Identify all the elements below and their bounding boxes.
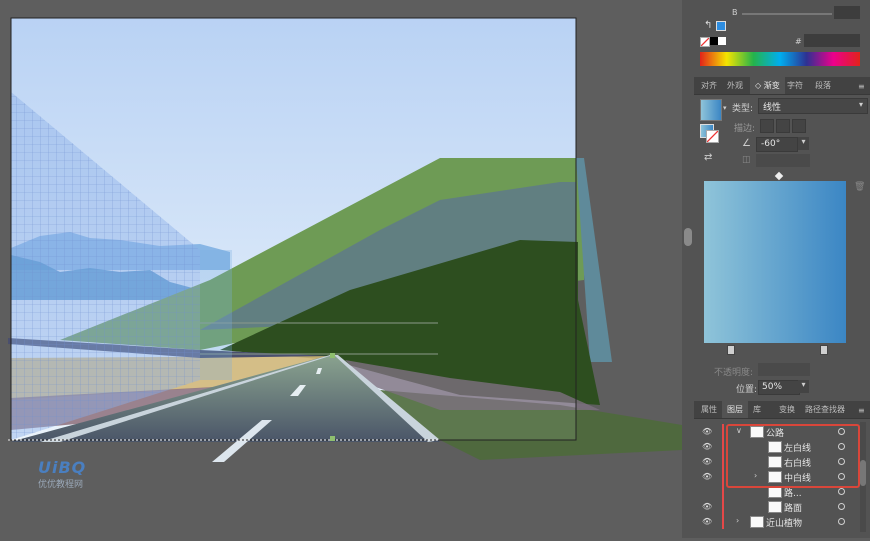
tab-align[interactable]: 对齐 <box>696 77 722 94</box>
tab-paragraph[interactable]: 段落 <box>810 77 836 94</box>
panel-tabs-top: 对齐 外观 ◇ 渐变 字符 段落 ≡ <box>694 77 870 95</box>
visibility-eye-icon[interactable]: 👁 <box>702 427 712 436</box>
hex-input[interactable] <box>804 34 860 47</box>
position-dropdown-icon[interactable]: ▾ <box>798 380 809 393</box>
position-input[interactable]: 50% <box>758 380 800 395</box>
illustration <box>8 17 682 462</box>
tab-pathfinder[interactable]: 路径查找器 <box>800 401 850 418</box>
tab-layers[interactable]: 图层 <box>722 401 748 418</box>
midpoint-diamond-icon[interactable] <box>774 171 784 181</box>
watermark: UiBQ 优优教程网 <box>38 458 100 492</box>
visibility-eye-icon[interactable]: 👁 <box>702 517 712 526</box>
highlight-box <box>726 424 860 488</box>
visibility-eye-icon[interactable]: 👁 <box>702 472 712 481</box>
stroke-across-icon[interactable] <box>792 119 806 133</box>
layer-name: 路面 <box>784 504 803 514</box>
chevron-down-icon: ▾ <box>858 100 863 109</box>
reverse-gradient-icon[interactable]: ⇄ <box>704 152 712 163</box>
gradient-stop-right[interactable] <box>820 345 828 355</box>
opacity-label: 不透明度: <box>714 368 754 378</box>
angle-icon: ∠ <box>742 138 751 149</box>
layer-color-bar <box>722 454 724 469</box>
layer-row[interactable]: 👁 路面 <box>694 499 870 514</box>
layer-thumbnail <box>768 501 782 513</box>
layers-scrollbar-thumb[interactable] <box>860 460 866 486</box>
layer-color-bar <box>722 469 724 484</box>
gradient-type-label: 类型: <box>732 104 754 114</box>
layer-color-bar <box>722 499 724 514</box>
layer-color-bar <box>722 439 724 454</box>
color-spectrum[interactable] <box>700 52 860 66</box>
fill-swatch[interactable] <box>716 21 726 31</box>
angle-dropdown-icon[interactable]: ▾ <box>798 137 809 150</box>
panel-tabs-bottom: 属性 图层 库 变换 路径查找器 ≡ <box>694 401 870 419</box>
stroke-label: 描边: <box>734 124 756 134</box>
right-panel: B ↰ # 对齐 外观 ◇ 渐变 字符 段落 ≡ ▾ 类型: 线性 ▾ 描边: … <box>694 0 870 538</box>
layer-name: 近山植物 <box>766 519 803 529</box>
angle-input[interactable]: -60° <box>756 137 798 152</box>
hex-label: # <box>795 37 802 46</box>
tab-transform[interactable]: 变换 <box>774 401 800 418</box>
swap-icon[interactable]: ↰ <box>704 20 712 31</box>
visibility-eye-icon[interactable]: 👁 <box>702 442 712 451</box>
artboard-canvas[interactable]: UiBQ 优优教程网 <box>0 0 682 538</box>
tab-character[interactable]: 字符 <box>782 77 808 94</box>
stroke-along-icon[interactable] <box>776 119 790 133</box>
none-swatch-icon[interactable] <box>700 37 710 47</box>
layer-color-bar <box>722 514 724 529</box>
chevron-right-icon[interactable]: › <box>736 516 739 525</box>
layer-row[interactable]: 👁 › 近山植物 <box>694 514 870 529</box>
layer-color-bar <box>722 484 724 499</box>
target-circle-icon[interactable] <box>838 503 845 510</box>
target-circle-icon[interactable] <box>838 518 845 525</box>
visibility-eye-icon[interactable]: 👁 <box>702 457 712 466</box>
position-label: 位置: <box>736 385 758 395</box>
white-swatch[interactable] <box>718 37 726 45</box>
trash-icon[interactable]: 🗑 <box>854 182 865 192</box>
layer-thumbnail <box>750 516 764 528</box>
target-circle-icon[interactable] <box>838 488 845 495</box>
layers-list: 👁 ∨ 公路 👁 左白线 👁 右白线 👁 › 中白线 路... 👁 路面 👁 ›… <box>694 420 870 538</box>
visibility-eye-icon[interactable]: 👁 <box>702 502 712 511</box>
anchor-point[interactable] <box>330 436 335 441</box>
angle-value: -60° <box>761 139 781 149</box>
panel-menu-icon[interactable]: ≡ <box>858 82 865 91</box>
gradient-type-value: 线性 <box>763 103 782 113</box>
layer-color-bar <box>722 424 724 439</box>
opacity-input[interactable] <box>758 363 810 376</box>
aspect-ratio-input[interactable] <box>756 154 810 167</box>
canvas-scrollbar[interactable] <box>682 0 694 538</box>
vanishing-point[interactable] <box>330 353 335 358</box>
tab-gradient[interactable]: ◇ 渐变 <box>750 77 785 94</box>
gradient-slider-preview[interactable] <box>704 181 846 343</box>
tab-appearance[interactable]: 外观 <box>722 77 748 94</box>
stroke-none-icon[interactable] <box>706 130 719 143</box>
channel-label: B <box>732 8 738 17</box>
watermark-logo: UiBQ <box>38 458 87 477</box>
black-swatch[interactable] <box>710 37 718 45</box>
channel-value[interactable] <box>834 6 860 19</box>
panel-menu-icon[interactable]: ≡ <box>858 406 865 415</box>
position-value: 50% <box>762 382 783 392</box>
aspect-ratio-icon: ◫ <box>742 155 751 165</box>
gradient-stop-left[interactable] <box>727 345 735 355</box>
stroke-within-icon[interactable] <box>760 119 774 133</box>
gradient-preview-swatch[interactable] <box>700 99 722 121</box>
barrier-end <box>200 250 232 380</box>
watermark-text: 优优教程网 <box>38 480 84 490</box>
gradient-type-select[interactable]: 线性 ▾ <box>758 98 868 114</box>
tab-libraries[interactable]: 库 <box>748 401 766 418</box>
channel-slider[interactable] <box>742 13 832 15</box>
scrollbar-thumb[interactable] <box>684 228 692 246</box>
tab-properties[interactable]: 属性 <box>696 401 722 418</box>
chevron-down-icon[interactable]: ▾ <box>723 104 727 112</box>
